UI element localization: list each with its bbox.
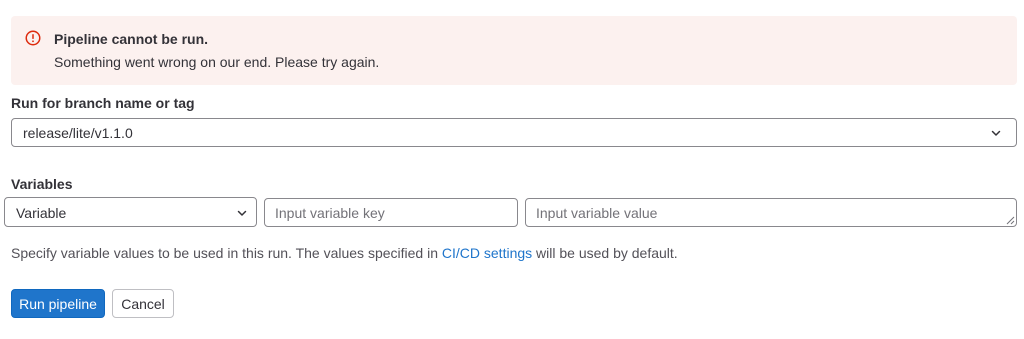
error-icon: [25, 30, 41, 46]
alert-title: Pipeline cannot be run.: [54, 31, 209, 47]
variable-type-select[interactable]: Variable: [4, 197, 257, 227]
variable-value-input[interactable]: [525, 198, 1017, 227]
error-alert: Pipeline cannot be run. Something went w…: [11, 16, 1017, 85]
variable-type-value: Variable: [16, 205, 67, 221]
help-text: Specify variable values to be used in th…: [11, 245, 678, 261]
branch-select[interactable]: release/lite/v1.1.0: [11, 118, 1017, 147]
branch-label: Run for branch name or tag: [11, 95, 195, 111]
cancel-button[interactable]: Cancel: [112, 289, 174, 318]
variable-key-input[interactable]: [264, 198, 518, 227]
run-pipeline-button[interactable]: Run pipeline: [11, 289, 105, 318]
variables-label: Variables: [11, 176, 73, 192]
chevron-down-icon: [237, 210, 247, 216]
cicd-settings-link[interactable]: CI/CD settings: [442, 245, 532, 261]
alert-message: Something went wrong on our end. Please …: [54, 54, 380, 70]
chevron-down-icon: [991, 130, 1001, 136]
help-text-suffix: will be used by default.: [532, 245, 678, 261]
help-text-prefix: Specify variable values to be used in th…: [11, 245, 442, 261]
branch-selected-value: release/lite/v1.1.0: [23, 125, 133, 141]
